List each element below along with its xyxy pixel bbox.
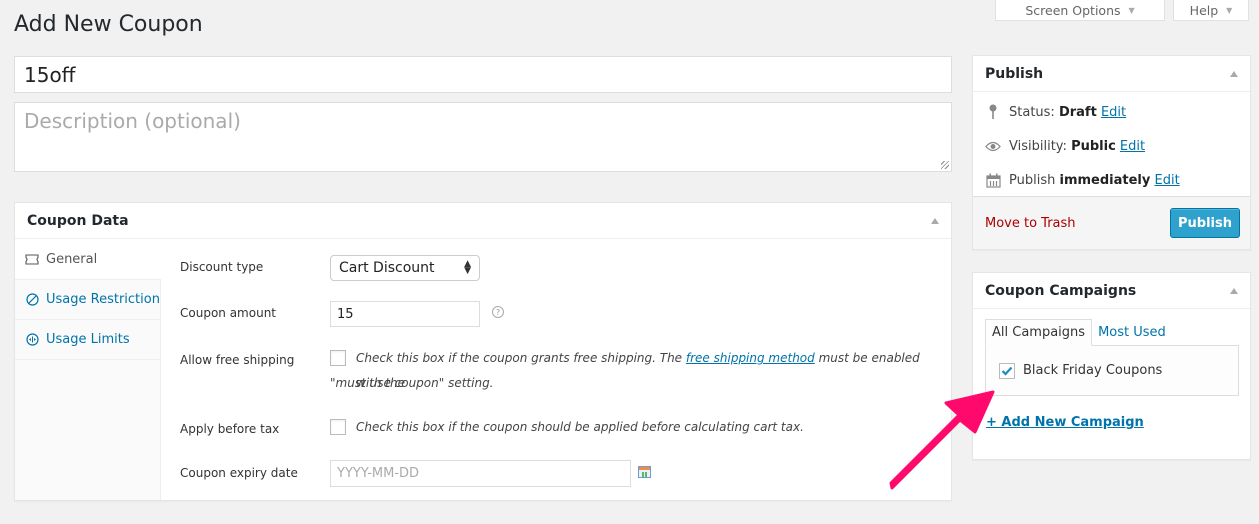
campaigns-header[interactable]: Coupon Campaigns: [973, 273, 1250, 309]
publish-date-text: Publish immediately Edit: [1009, 173, 1180, 188]
help-tip-icon[interactable]: ?: [492, 306, 504, 318]
visibility-label: Visibility:: [1009, 138, 1067, 154]
status-value: Draft: [1058, 104, 1097, 120]
coupon-data-header[interactable]: Coupon Data: [15, 203, 951, 239]
coupon-description-textarea[interactable]: Description (optional): [14, 102, 952, 172]
eye-icon: [985, 141, 1001, 152]
discount-type-value: Cart Discount: [339, 260, 435, 276]
apply-before-tax-checkbox[interactable]: [330, 419, 346, 435]
expiry-date-placeholder: YYYY-MM-DD: [337, 466, 420, 481]
help-label: Help: [1189, 2, 1219, 18]
tab-all-campaigns[interactable]: All Campaigns: [985, 319, 1093, 346]
apply-before-tax-label: Apply before tax: [180, 422, 280, 436]
collapse-arrow-icon[interactable]: [1230, 287, 1238, 294]
status-label: Status:: [1009, 104, 1055, 120]
resize-handle[interactable]: [941, 161, 949, 169]
coupon-code-value: 15off: [24, 62, 76, 87]
add-new-campaign-link[interactable]: + Add New Campaign: [986, 415, 1144, 430]
campaign-label: Black Friday Coupons: [1023, 363, 1163, 378]
tab-usage-restriction-label: Usage Restriction: [46, 292, 160, 307]
campaigns-title: Coupon Campaigns: [985, 282, 1137, 299]
pin-icon: [985, 104, 1001, 120]
campaign-checkbox[interactable]: [999, 362, 1015, 379]
campaign-tabs: All Campaigns Most Used: [985, 319, 1172, 346]
collapse-arrow-icon[interactable]: [931, 217, 939, 224]
visibility-value: Public: [1071, 138, 1116, 154]
tab-general-label: General: [46, 252, 98, 267]
collapse-arrow-icon[interactable]: [1230, 70, 1238, 77]
general-panel: Discount type Cart Discount ▲ ▼ Coupon am…: [162, 240, 951, 500]
coupon-data-box: Coupon Data General Usage Restriction Us…: [14, 202, 952, 501]
calendar-icon[interactable]: [638, 466, 651, 478]
screen-meta-links: Screen Options ▼ Help ▼: [995, 0, 1249, 21]
ticket-icon: [25, 253, 39, 267]
publish-header[interactable]: Publish: [973, 56, 1250, 92]
coupon-data-title: Coupon Data: [27, 212, 129, 229]
expiry-date-input[interactable]: YYYY-MM-DD: [330, 460, 631, 487]
coupon-amount-value: 15: [337, 306, 354, 322]
publish-date-label: Publish: [1009, 172, 1056, 188]
visibility-row: Visibility: Public Edit: [973, 129, 1250, 163]
tab-general[interactable]: General: [15, 240, 161, 280]
edit-visibility-link[interactable]: Edit: [1120, 139, 1145, 154]
free-shipping-label: Allow free shipping: [180, 353, 295, 367]
publish-box: Publish Status: Draft Edit Visibility: P…: [972, 55, 1251, 250]
visibility-text: Visibility: Public Edit: [1009, 139, 1145, 154]
edit-publish-date-link[interactable]: Edit: [1155, 173, 1180, 188]
coupon-amount-input[interactable]: 15: [330, 301, 480, 327]
move-to-trash-link[interactable]: Move to Trash: [985, 216, 1076, 231]
checkmark-icon: [1001, 366, 1013, 376]
publish-title: Publish: [985, 65, 1044, 82]
campaign-list: Black Friday Coupons: [985, 345, 1239, 396]
publish-button[interactable]: Publish: [1170, 208, 1240, 238]
tab-usage-restriction[interactable]: Usage Restriction: [15, 280, 160, 320]
free-shipping-checkbox[interactable]: [330, 350, 346, 366]
screen-options-label: Screen Options: [1025, 2, 1121, 18]
publish-actions: Move to Trash Publish: [973, 196, 1250, 249]
help-button[interactable]: Help ▼: [1173, 0, 1249, 21]
tab-usage-limits[interactable]: Usage Limits: [15, 320, 160, 360]
discount-type-select[interactable]: Cart Discount ▲ ▼: [330, 255, 480, 281]
coupon-campaigns-box: Coupon Campaigns All Campaigns Most Used…: [972, 272, 1251, 460]
status-row: Status: Draft Edit: [973, 95, 1250, 129]
select-arrows-icon: ▲ ▼: [464, 259, 471, 276]
expiry-date-label: Coupon expiry date: [180, 466, 298, 480]
coupon-data-tabs: General Usage Restriction Usage Limits: [15, 240, 161, 500]
free-shipping-description-line2: "must use coupon" setting.: [330, 376, 494, 390]
tab-most-used[interactable]: Most Used: [1092, 319, 1172, 346]
restriction-icon: [25, 293, 39, 307]
caret-down-icon: ▼: [1128, 5, 1135, 15]
publish-date-row: Publish immediately Edit: [973, 163, 1250, 197]
status-text: Status: Draft Edit: [1009, 105, 1126, 120]
caret-down-icon: ▼: [1226, 5, 1233, 15]
publish-date-value: immediately: [1059, 172, 1151, 188]
discount-type-label: Discount type: [180, 260, 264, 274]
limits-icon: [25, 333, 39, 347]
apply-before-tax-description: Check this box if the coupon should be a…: [356, 420, 804, 434]
tab-usage-limits-label: Usage Limits: [46, 332, 130, 347]
coupon-code-input[interactable]: 15off: [14, 56, 952, 93]
calendar-icon: [985, 173, 1001, 188]
description-placeholder: Description (optional): [24, 109, 241, 133]
screen-options-button[interactable]: Screen Options ▼: [995, 0, 1165, 21]
coupon-amount-label: Coupon amount: [180, 306, 277, 320]
free-shipping-method-link[interactable]: free shipping method: [686, 351, 815, 365]
free-shipping-desc-text: Check this box if the coupon grants free…: [356, 351, 686, 365]
page-title: Add New Coupon: [14, 12, 203, 37]
edit-status-link[interactable]: Edit: [1101, 105, 1126, 120]
